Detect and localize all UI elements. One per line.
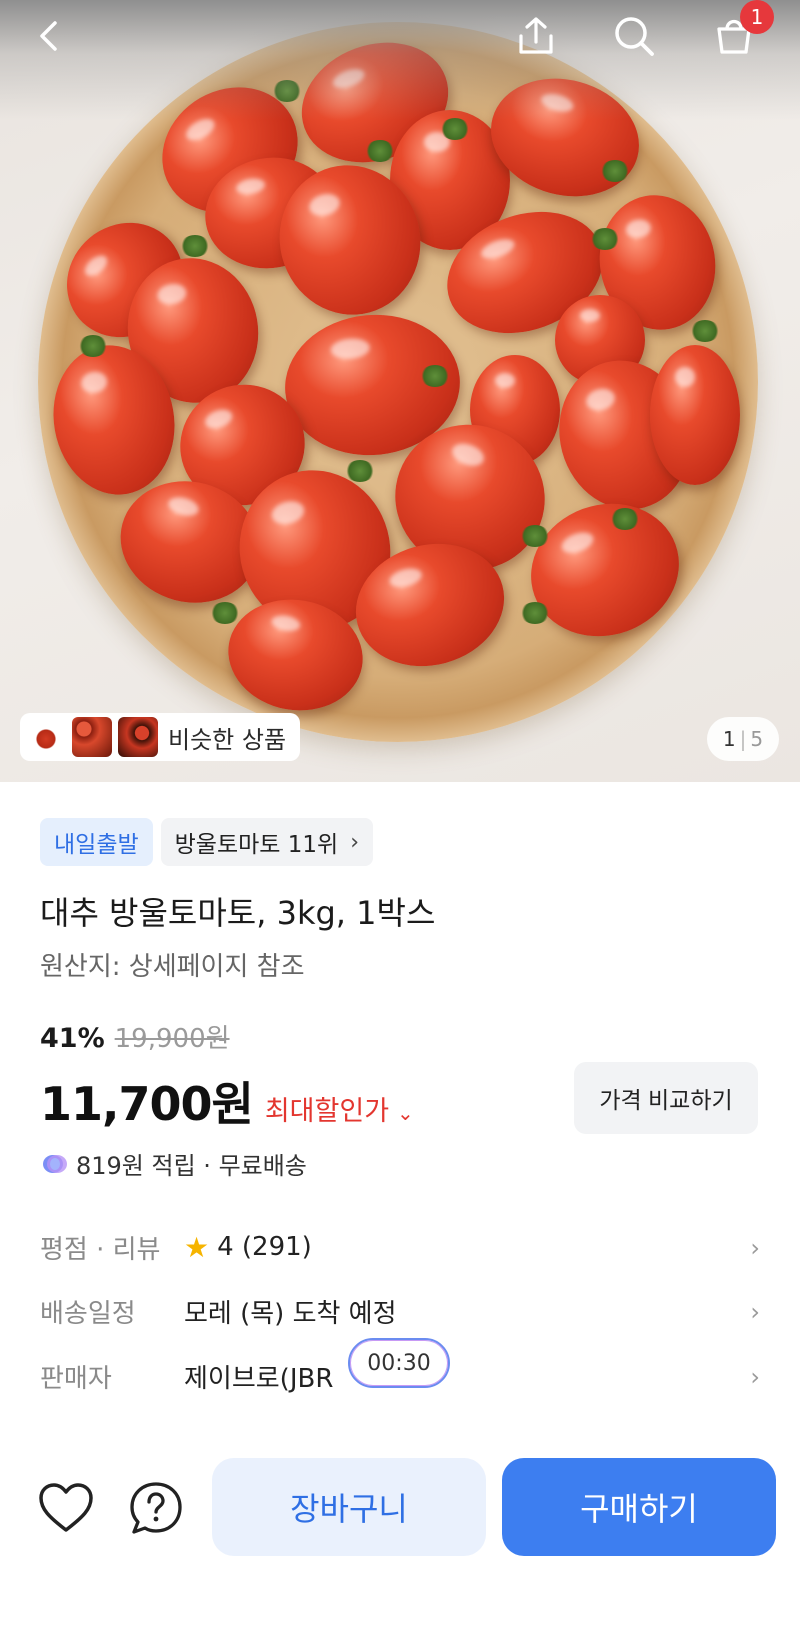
star-icon: ★ — [184, 1230, 210, 1264]
max-discount-label: 최대할인가 — [264, 1096, 390, 1127]
rating-row[interactable]: 평점 · 리뷰 ★ 4 (291) › — [40, 1222, 760, 1272]
shipping-label: 배송일정 — [40, 1298, 136, 1329]
question-icon — [130, 1482, 182, 1534]
page-current: 1 — [722, 727, 736, 751]
similar-thumb-1 — [26, 717, 66, 757]
cart-count-badge: 1 — [740, 0, 774, 34]
product-origin: 원산지: 상세페이지 참조 — [40, 952, 305, 982]
back-button[interactable] — [22, 8, 78, 64]
chevron-right-icon: › — [750, 1363, 760, 1391]
wishlist-button[interactable] — [36, 1478, 96, 1538]
chevron-right-icon: › — [350, 829, 359, 855]
share-icon — [519, 17, 553, 54]
rating-value: 4 (291) — [217, 1232, 312, 1262]
original-price: 19,900원 — [114, 1024, 230, 1054]
shipping-value: 모레 (목) 도착 예정 — [184, 1298, 397, 1329]
compare-price-button[interactable]: 가격 비교하기 — [574, 1062, 758, 1134]
delivery-badge: 내일출발 — [40, 818, 153, 866]
chevron-right-icon: › — [750, 1234, 760, 1262]
page-separator: | — [739, 727, 747, 751]
similar-thumb-3 — [118, 717, 158, 757]
search-button[interactable] — [606, 8, 662, 64]
chevron-left-icon — [40, 21, 57, 51]
reward-text: 819원 적립 · 무료배송 — [76, 1152, 307, 1180]
ranking-badge[interactable]: 방울토마토 11위 › — [160, 818, 373, 866]
seller-label: 판매자 — [40, 1363, 112, 1394]
heart-icon — [39, 1483, 93, 1532]
chevron-right-icon: › — [750, 1298, 760, 1326]
product-badges: 내일출발 방울토마토 11위 › — [40, 818, 373, 866]
buy-now-button[interactable]: 구매하기 — [502, 1458, 776, 1556]
add-to-cart-button[interactable]: 장바구니 — [212, 1458, 486, 1556]
seller-value: 제이브로(JBR — [184, 1363, 334, 1394]
reward-point-icon — [43, 1154, 67, 1173]
inquiry-button[interactable] — [126, 1478, 186, 1538]
product-image[interactable] — [0, 0, 800, 782]
similar-thumb-2 — [72, 717, 112, 757]
ranking-label: 방울토마토 11위 — [174, 832, 339, 858]
discount-percent: 41% — [40, 1023, 105, 1054]
max-discount-toggle[interactable]: 최대할인가 ⌄ — [265, 1089, 414, 1128]
search-icon — [615, 17, 654, 56]
product-title: 대추 방울토마토, 3kg, 1박스 — [40, 894, 436, 932]
discount-row: 41% 19,900원 — [40, 1018, 230, 1055]
image-page-indicator: 1 | 5 — [707, 717, 779, 761]
shipping-row[interactable]: 배송일정 모레 (목) 도착 예정 › — [40, 1286, 760, 1336]
timer-overlay: 00:30 — [348, 1338, 450, 1388]
price-row: 11,700원 최대할인가 ⌄ — [40, 1068, 414, 1134]
share-button[interactable] — [508, 8, 564, 64]
reward-row: 819원 적립 · 무료배송 — [40, 1146, 307, 1181]
similar-products-label: 비슷한 상품 — [168, 725, 287, 754]
similar-products-button[interactable]: 비슷한 상품 — [20, 713, 300, 761]
rating-value-group: ★ 4 (291) — [184, 1231, 312, 1264]
page-total: 5 — [750, 727, 764, 751]
sale-price: 11,700원 — [40, 1077, 254, 1131]
rating-label: 평점 · 리뷰 — [40, 1234, 161, 1265]
chevron-down-icon: ⌄ — [397, 1101, 414, 1125]
